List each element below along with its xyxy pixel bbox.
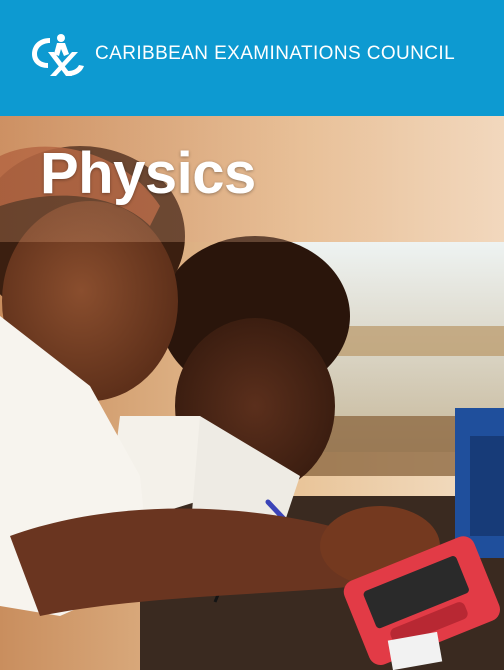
- header-banner: CARIBBEAN EXAMINATIONS COUNCIL: [0, 0, 504, 116]
- cxc-logo-icon: [32, 34, 84, 76]
- page-title: Physics: [40, 141, 256, 206]
- organization-name: CARIBBEAN EXAMINATIONS COUNCIL: [95, 43, 456, 64]
